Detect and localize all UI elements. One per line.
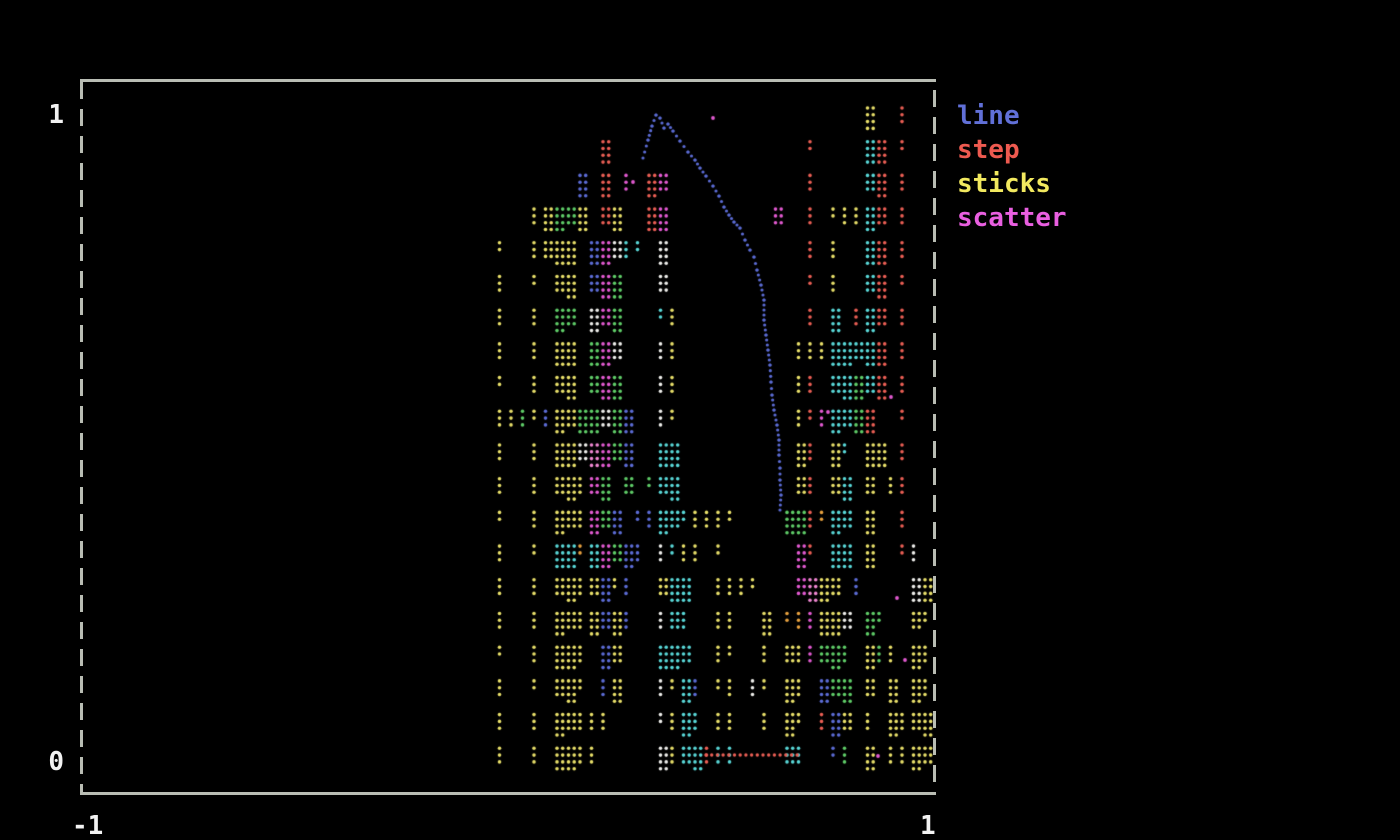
plot-border-left xyxy=(80,82,83,792)
x-tick-right: 1 xyxy=(920,811,936,840)
legend: linestepsticksscatter xyxy=(957,99,1067,235)
plot-border-bottom xyxy=(80,792,936,795)
y-tick-top: 1 xyxy=(40,100,64,130)
y-tick-bottom: 0 xyxy=(40,747,64,777)
legend-item-line: line xyxy=(957,99,1067,133)
plot-dot-canvas xyxy=(0,0,1400,840)
legend-item-scatter: scatter xyxy=(957,201,1067,235)
terminal-screen: 1 0 -1 1 linestepsticksscatter xyxy=(0,0,1400,840)
plot-border-top xyxy=(80,79,936,82)
plot-border-right xyxy=(933,90,936,792)
legend-item-step: step xyxy=(957,133,1067,167)
x-tick-left: -1 xyxy=(72,811,103,840)
legend-item-sticks: sticks xyxy=(957,167,1067,201)
